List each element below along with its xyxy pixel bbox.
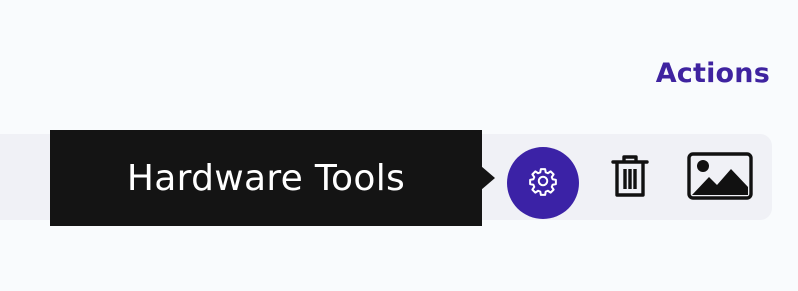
tooltip-arrow — [481, 166, 495, 190]
delete-button[interactable] — [604, 152, 656, 204]
hardware-tools-button[interactable] — [507, 147, 579, 219]
image-button[interactable] — [684, 150, 756, 206]
trash-icon — [611, 153, 649, 204]
tooltip: Hardware Tools — [50, 130, 482, 226]
image-icon — [687, 151, 753, 205]
gear-icon — [528, 166, 558, 201]
actions-column-header: Actions — [655, 58, 770, 89]
tooltip-text: Hardware Tools — [126, 157, 406, 199]
